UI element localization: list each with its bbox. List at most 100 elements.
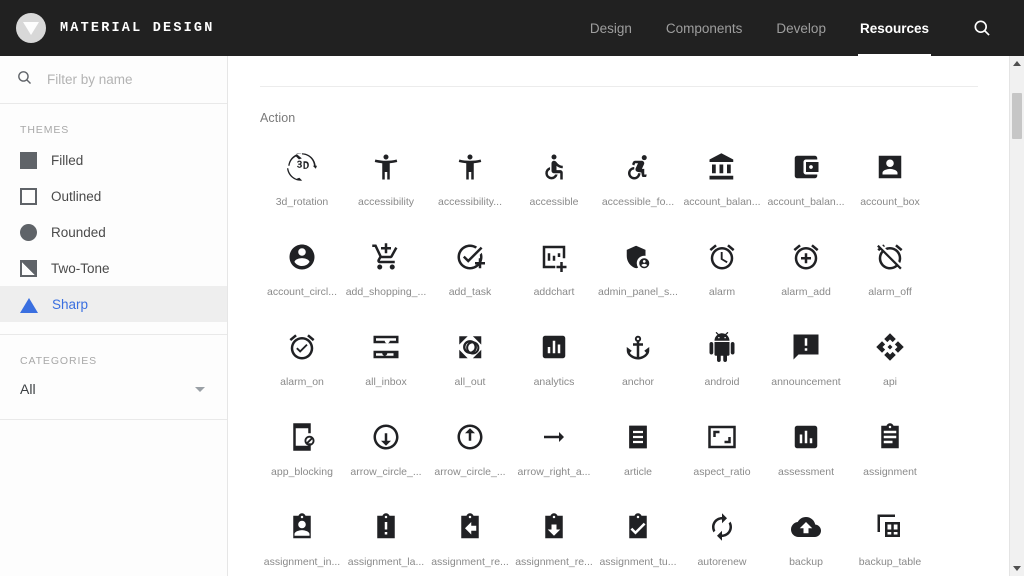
- outlined-square-icon: [20, 187, 37, 205]
- icon-label: account_balan...: [683, 196, 761, 208]
- icon-cell[interactable]: accessible: [512, 137, 596, 227]
- category-select[interactable]: All: [0, 373, 227, 403]
- icon-cell[interactable]: all_inbox: [344, 317, 428, 407]
- chevron-down-icon: [195, 386, 205, 392]
- icon-cell[interactable]: assignment_re...: [512, 497, 596, 576]
- icon-cell[interactable]: admin_panel_s...: [596, 227, 680, 317]
- alarm_off-icon: [872, 239, 908, 275]
- icon-cell[interactable]: arrow_right_a...: [512, 407, 596, 497]
- icon-label: app_blocking: [271, 466, 333, 478]
- icon-grid: 3d_rotation accessibility accessibility...…: [260, 137, 978, 576]
- icon-cell[interactable]: accessibility...: [428, 137, 512, 227]
- icon-cell[interactable]: assignment_re...: [428, 497, 512, 576]
- themes-list: Filled Outlined Rounded Two-Tone Sharp: [0, 142, 227, 328]
- icon-cell[interactable]: assessment: [764, 407, 848, 497]
- icon-cell[interactable]: api: [848, 317, 932, 407]
- theme-label: Rounded: [51, 224, 106, 240]
- icon-cell[interactable]: backup: [764, 497, 848, 576]
- icon-label: arrow_circle_...: [434, 466, 506, 478]
- icon-label: assignment_re...: [431, 556, 509, 568]
- assignment_ind-icon: [284, 509, 320, 545]
- icon-cell[interactable]: anchor: [596, 317, 680, 407]
- icon-label: android: [704, 376, 740, 388]
- android-icon: [704, 329, 740, 365]
- vertical-scrollbar[interactable]: [1009, 56, 1024, 576]
- icon-cell[interactable]: assignment: [848, 407, 932, 497]
- theme-item-two-tone[interactable]: Two-Tone: [0, 250, 227, 286]
- icon-cell[interactable]: announcement: [764, 317, 848, 407]
- accessibility-icon: [368, 149, 404, 185]
- search-icon: [16, 69, 33, 91]
- filter-by-name-input[interactable]: [47, 72, 211, 87]
- icon-cell[interactable]: account_box: [848, 137, 932, 227]
- icon-cell[interactable]: addchart: [512, 227, 596, 317]
- icon-label: all_out: [454, 376, 486, 388]
- icon-label: assignment_re...: [515, 556, 593, 568]
- icon-label: alarm_on: [280, 376, 324, 388]
- filled-square-icon: [20, 151, 37, 169]
- anchor-icon: [620, 329, 656, 365]
- icon-cell[interactable]: accessible_fo...: [596, 137, 680, 227]
- nav-item-develop[interactable]: Develop: [759, 0, 843, 56]
- admin_panel_settings-icon: [620, 239, 656, 275]
- icon-cell[interactable]: alarm_off: [848, 227, 932, 317]
- announcement-icon: [788, 329, 824, 365]
- icon-cell[interactable]: alarm: [680, 227, 764, 317]
- account_balance_wallet-icon: [788, 149, 824, 185]
- assignment-icon: [872, 419, 908, 455]
- icon-cell[interactable]: add_shopping_...: [344, 227, 428, 317]
- icon-cell[interactable]: arrow_circle_...: [344, 407, 428, 497]
- accessible-icon: [536, 149, 572, 185]
- icon-cell[interactable]: all_out: [428, 317, 512, 407]
- theme-item-filled[interactable]: Filled: [0, 142, 227, 178]
- icon-label: aspect_ratio: [693, 466, 751, 478]
- filter-row: [0, 56, 227, 104]
- icon-cell[interactable]: app_blocking: [260, 407, 344, 497]
- icon-cell[interactable]: backup_table: [848, 497, 932, 576]
- icon-cell[interactable]: account_balan...: [764, 137, 848, 227]
- icon-cell[interactable]: assignment_tu...: [596, 497, 680, 576]
- icon-cell[interactable]: assignment_in...: [260, 497, 344, 576]
- 3d_rotation-icon: [284, 149, 320, 185]
- search-icon[interactable]: [960, 0, 1004, 56]
- icon-cell[interactable]: analytics: [512, 317, 596, 407]
- assignment_turned_in-icon: [620, 509, 656, 545]
- icon-label: alarm_add: [781, 286, 831, 298]
- theme-item-outlined[interactable]: Outlined: [0, 178, 227, 214]
- alarm_on-icon: [284, 329, 320, 365]
- accessible_forward-icon: [620, 149, 656, 185]
- all_out-icon: [452, 329, 488, 365]
- icon-label: account_balan...: [767, 196, 845, 208]
- theme-label: Two-Tone: [51, 260, 110, 276]
- icon-cell[interactable]: 3d_rotation: [260, 137, 344, 227]
- icon-cell[interactable]: account_balan...: [680, 137, 764, 227]
- icon-cell[interactable]: alarm_add: [764, 227, 848, 317]
- nav-item-design[interactable]: Design: [573, 0, 649, 56]
- brand[interactable]: MATERIAL DESIGN: [16, 13, 215, 43]
- nav-item-components[interactable]: Components: [649, 0, 760, 56]
- icon-cell[interactable]: arrow_circle_...: [428, 407, 512, 497]
- theme-item-sharp[interactable]: Sharp: [0, 286, 227, 322]
- theme-label: Sharp: [52, 296, 89, 312]
- theme-label: Outlined: [51, 188, 102, 204]
- icon-cell[interactable]: account_circl...: [260, 227, 344, 317]
- scroll-down-arrow-icon[interactable]: [1010, 561, 1024, 576]
- scroll-up-arrow-icon[interactable]: [1010, 56, 1024, 71]
- icon-browser-content: Action 3d_rotation accessibility accessibi…: [228, 56, 1024, 576]
- icon-cell[interactable]: article: [596, 407, 680, 497]
- icon-cell[interactable]: add_task: [428, 227, 512, 317]
- assignment_return-icon: [452, 509, 488, 545]
- icon-cell[interactable]: accessibility: [344, 137, 428, 227]
- scrollbar-thumb[interactable]: [1012, 93, 1022, 140]
- icon-cell[interactable]: alarm_on: [260, 317, 344, 407]
- filled-triangle-icon: [20, 297, 38, 313]
- icon-cell[interactable]: android: [680, 317, 764, 407]
- nav-item-resources[interactable]: Resources: [843, 0, 946, 56]
- icon-cell[interactable]: aspect_ratio: [680, 407, 764, 497]
- half-filled-square-icon: [20, 259, 37, 277]
- icon-cell[interactable]: autorenew: [680, 497, 764, 576]
- material-icons-page: MATERIAL DESIGN Design Components Develo…: [0, 0, 1024, 576]
- theme-item-rounded[interactable]: Rounded: [0, 214, 227, 250]
- icon-cell[interactable]: assignment_la...: [344, 497, 428, 576]
- backup-icon: [788, 509, 824, 545]
